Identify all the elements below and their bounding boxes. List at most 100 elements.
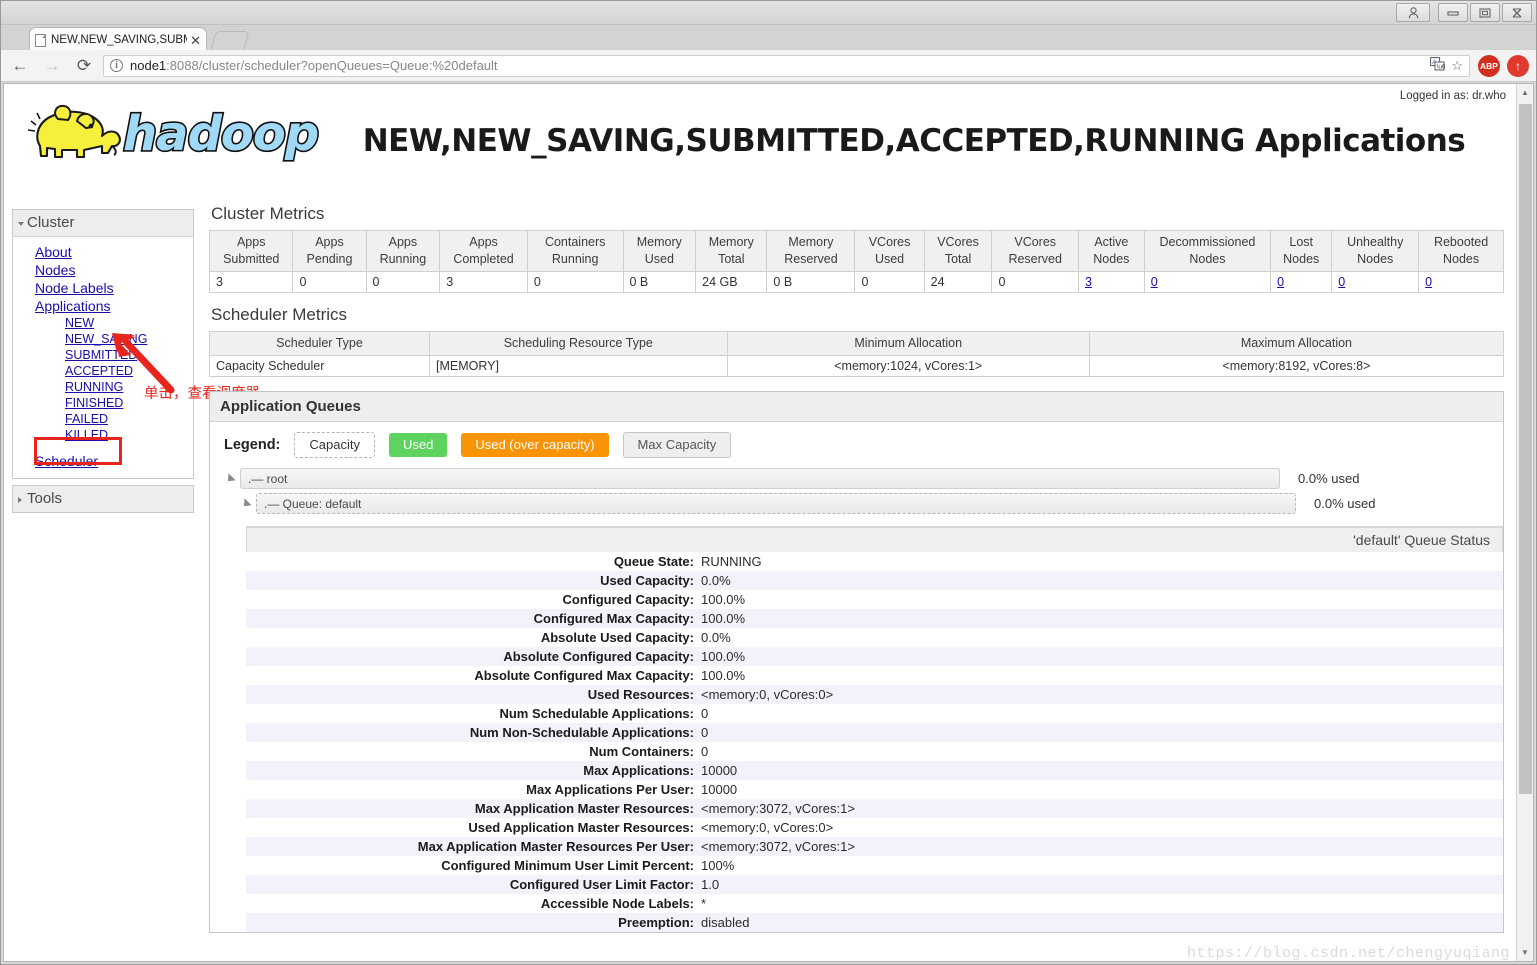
- queue-bar-root[interactable]: .— root: [240, 468, 1280, 489]
- queue-status-key: Max Application Master Resources Per Use…: [246, 837, 701, 856]
- cluster-metrics-cell-12[interactable]: 0: [1143, 271, 1272, 293]
- cluster-metrics-cell-11[interactable]: 3: [1077, 271, 1145, 293]
- watermark: https://blog.csdn.net/chengyuqiang: [1186, 945, 1510, 962]
- cluster-metrics-col-5: Memory Used: [622, 230, 697, 272]
- new-tab-button[interactable]: [210, 31, 250, 50]
- extension-upload-icon[interactable]: ↑: [1507, 54, 1529, 77]
- translate-icon[interactable]: A \u6587: [1430, 57, 1457, 74]
- cluster-metrics-link-15[interactable]: 0: [1425, 275, 1432, 289]
- queue-status-value: disabled: [701, 913, 1503, 932]
- queue-expand-default-icon[interactable]: [240, 497, 252, 510]
- minimize-button[interactable]: [1438, 3, 1468, 22]
- close-button[interactable]: [1502, 3, 1532, 22]
- cluster-metrics-col-6: Memory Total: [695, 230, 768, 272]
- translate-glyph: A \u6587: [1430, 57, 1457, 71]
- tab-close-icon[interactable]: ✕: [190, 34, 201, 47]
- address-bar[interactable]: i node1:8088/cluster/scheduler?openQueue…: [103, 54, 1470, 77]
- queue-bar-default[interactable]: .— Queue: default: [256, 493, 1296, 514]
- tools-nav-header[interactable]: Tools: [13, 486, 193, 512]
- queue-status-key: Configured User Limit Factor:: [246, 875, 701, 894]
- cluster-metrics-cell-0: 3: [208, 271, 294, 293]
- cluster-metrics-cell-15[interactable]: 0: [1418, 271, 1504, 293]
- queue-status-row: Queue State: RUNNING: [246, 552, 1503, 571]
- cluster-metrics-link-12[interactable]: 0: [1151, 275, 1158, 289]
- maximize-button[interactable]: [1470, 3, 1500, 22]
- url-text: node1:8088/cluster/scheduler?openQueues=…: [130, 58, 498, 73]
- queue-used-root: 0.0% used: [1298, 471, 1360, 486]
- queue-status-row: Absolute Configured Capacity: 100.0%: [246, 647, 1503, 666]
- hadoop-logo-svg: hadoop: [27, 104, 321, 164]
- queue-status-value: 100.0%: [701, 668, 746, 683]
- queue-status-key: Configured Minimum User Limit Percent:: [441, 858, 694, 873]
- tools-nav-block: Tools: [12, 485, 194, 513]
- cluster-metrics-cell-8: 0: [854, 271, 925, 293]
- cluster-metrics-cell-1: 0: [292, 271, 367, 293]
- queue-status-value: 10000: [701, 761, 1503, 780]
- cluster-metrics-cell-2: 0: [365, 271, 441, 293]
- cluster-metrics-col-9: VCores Total: [923, 230, 993, 272]
- site-info-icon[interactable]: i: [110, 59, 123, 72]
- scrollbar-thumb[interactable]: [1519, 104, 1532, 794]
- cluster-metrics-link-14[interactable]: 0: [1338, 275, 1345, 289]
- queue-status-row: Configured Max Capacity: 100.0%: [246, 609, 1503, 628]
- queue-status-row: Configured Capacity: 100.0%: [246, 590, 1503, 609]
- sidebar-item-applications[interactable]: Applications: [13, 297, 193, 315]
- queue-row-default[interactable]: .— Queue: default 0.0% used: [210, 491, 1503, 516]
- hadoop-logo[interactable]: hadoop: [22, 100, 322, 168]
- legend-capacity: Capacity: [294, 432, 375, 458]
- back-icon[interactable]: ←: [7, 53, 33, 79]
- cluster-metrics-cell-4: 0: [526, 271, 624, 293]
- forward-icon[interactable]: →: [39, 53, 65, 79]
- browser-tab[interactable]: NEW,NEW_SAVING,SUBMI ✕: [29, 27, 207, 52]
- cluster-metrics-col-12: Decommissioned Nodes: [1143, 230, 1272, 272]
- queue-status-row: Preemption: disabled: [246, 913, 1503, 932]
- queue-row-root[interactable]: .— root 0.0% used: [210, 466, 1503, 491]
- sidebar-item-node-labels[interactable]: Node Labels: [13, 279, 193, 297]
- scheduler-metrics-col-3: Maximum Allocation: [1088, 331, 1505, 356]
- sidebar-item-scheduler[interactable]: Scheduler: [13, 452, 193, 470]
- maximize-icon: [1479, 7, 1491, 18]
- cluster-metrics-link-13[interactable]: 0: [1277, 275, 1284, 289]
- sidebar-item-about[interactable]: About: [13, 243, 193, 261]
- cluster-metrics-cell-10: 0: [991, 271, 1079, 293]
- logged-in-as: Logged in as: dr.who: [1399, 90, 1506, 102]
- cluster-metrics-header-row: Apps Submitted Apps Pending Apps Running Ap…: [208, 230, 1504, 272]
- bookmark-star-icon[interactable]: ☆: [1451, 58, 1463, 74]
- queue-expand-root-icon[interactable]: [224, 472, 236, 485]
- scheduler-metrics-col-2: Minimum Allocation: [726, 331, 1090, 356]
- page-scrollbar[interactable]: ▲ ▼: [1516, 84, 1533, 961]
- queue-status-key: Configured Capacity:: [562, 592, 694, 607]
- close-icon: [1512, 7, 1522, 18]
- queue-status-key: Absolute Configured Max Capacity:: [474, 668, 694, 683]
- queue-used-default: 0.0% used: [1314, 496, 1376, 511]
- queue-status-value: 0: [701, 706, 709, 721]
- scroll-down-icon[interactable]: ▼: [1517, 944, 1533, 961]
- cluster-metrics-cell-14[interactable]: 0: [1331, 271, 1420, 293]
- profile-icon[interactable]: [1396, 3, 1430, 22]
- cluster-metrics-col-8: VCores Used: [854, 230, 925, 272]
- cluster-metrics-cell-6: 24 GB: [695, 271, 768, 293]
- sidebar-item-killed[interactable]: KILLED: [13, 427, 193, 443]
- cluster-metrics-col-10: VCores Reserved: [991, 230, 1079, 272]
- adblock-plus-icon[interactable]: ABP: [1478, 54, 1500, 77]
- scroll-up-icon[interactable]: ▲: [1517, 84, 1533, 101]
- queue-status-row: Max Applications: 10000: [246, 761, 1503, 780]
- scheduler-metrics-cell-1: [MEMORY]: [428, 355, 728, 377]
- scheduler-metrics-title: Scheduler Metrics: [211, 305, 348, 324]
- cluster-metrics-cell-5: 0 B: [622, 271, 697, 293]
- page-viewport: Logged in as: dr.who hadoop NEW,NEW_SAVI…: [3, 83, 1534, 962]
- reload-icon[interactable]: ⟳: [71, 53, 97, 79]
- queue-status-key: Num Containers:: [589, 744, 694, 759]
- hadoop-scheduler-page: Logged in as: dr.who hadoop NEW,NEW_SAVI…: [4, 84, 1518, 962]
- cluster-metrics-col-7: Memory Reserved: [766, 230, 856, 272]
- cluster-metrics-cell-13[interactable]: 0: [1270, 271, 1333, 293]
- queue-status-value: 0.0%: [701, 630, 731, 645]
- sidebar-item-failed[interactable]: FAILED: [13, 411, 193, 427]
- cluster-metrics-row: 300300 B 24 GB 0 B 0 24 0 3 0 0 0 0: [208, 271, 1504, 293]
- cluster-nav-header[interactable]: Cluster: [13, 210, 193, 237]
- queue-status-key: Max Applications Per User:: [526, 782, 694, 797]
- queue-status-value: *: [701, 896, 707, 911]
- cluster-metrics-link-11[interactable]: 3: [1085, 275, 1092, 289]
- sidebar-item-nodes[interactable]: Nodes: [13, 261, 193, 279]
- queue-status-value: 10000: [701, 782, 738, 797]
